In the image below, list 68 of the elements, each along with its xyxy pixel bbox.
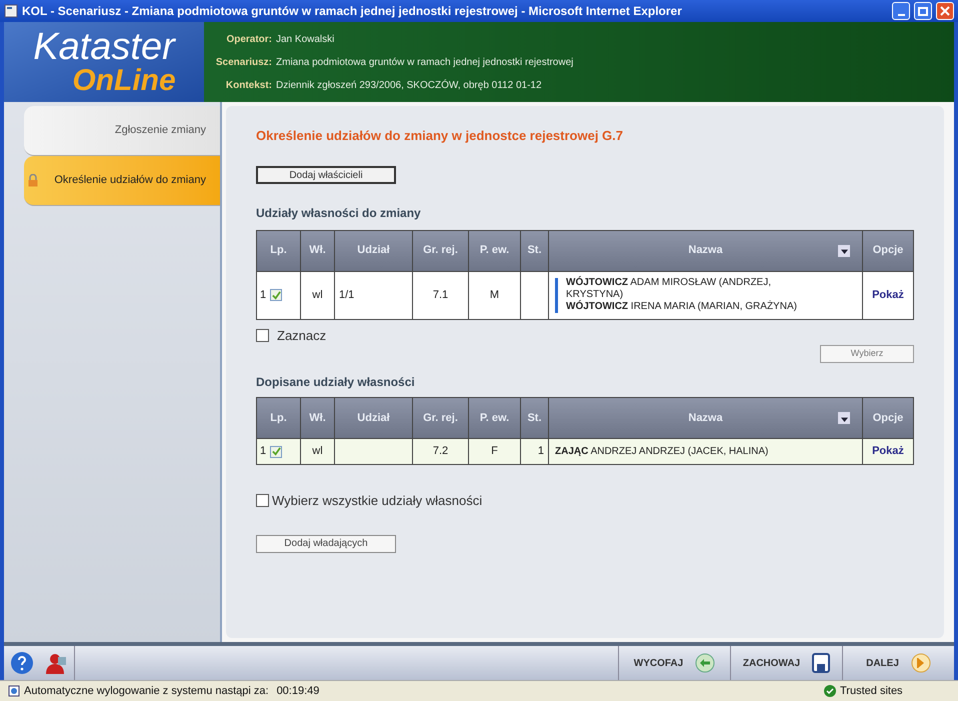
user-icon[interactable] [44, 651, 68, 675]
sidebar-item[interactable]: Zgłoszenie zmiany [24, 106, 220, 156]
close-icon [940, 6, 950, 16]
table-cell-text: 1/1 [339, 288, 354, 303]
header-value: Dziennik zgłoszeń 293/2006, SKOCZÓW, obręb 0112 01-12 [276, 78, 542, 92]
owner-name: ZAJĄC ANDRZEJ ANDRZEJ (JACEK, HALINA) [555, 446, 768, 458]
column-header: Opcje [872, 243, 904, 258]
column-header: Gr. rej. [413, 230, 469, 270]
check-icon [824, 685, 836, 697]
lock-icon [28, 174, 38, 187]
arrow-icon [840, 414, 848, 422]
checkbox[interactable] [256, 328, 269, 342]
checkbox[interactable] [270, 289, 282, 301]
check-icon [272, 447, 281, 456]
add-owners-button[interactable]: Dodaj właścicieli [256, 166, 396, 184]
logout-timer: 00:19:49 [276, 684, 320, 699]
arrow-icon [840, 247, 848, 254]
minimize-button[interactable] [892, 2, 910, 20]
maximize-button[interactable] [914, 2, 932, 20]
column-header: P. ew. [469, 230, 521, 270]
owner-name: WÓJTOWICZ IRENA MARIA (MARIAN, GRAŻYNA) [566, 301, 798, 313]
page-icon [8, 685, 20, 697]
close-button[interactable] [936, 2, 954, 20]
page-title: Określenie udziałów do zmiany w jednostce rejestrowej G.7 [256, 127, 624, 145]
row-number: 1 [260, 288, 266, 303]
column-header: Nazwa [549, 230, 863, 270]
column-header: Opcje [872, 410, 904, 426]
header-label: Scenariusz: [214, 56, 272, 70]
header-label: Operator: [225, 32, 272, 46]
check-icon [272, 290, 281, 300]
column-header: Wł. [301, 230, 335, 270]
column-header: Udział [335, 230, 413, 270]
column-header: Lp. [257, 230, 301, 270]
table-cell-text: wl [312, 288, 323, 303]
table-cell-text: wl [312, 444, 323, 460]
show-link[interactable]: Pokaż [872, 286, 904, 304]
help-icon[interactable] [10, 651, 34, 675]
logo: Kataster OnLine [4, 22, 204, 102]
table-cell-text: 7.1 [432, 288, 448, 303]
owner-name: WÓJTOWICZ ADAM MIROSŁAW (ANDRZEJ, KRYSTYNA) [566, 277, 772, 300]
row-number: 1 [260, 444, 266, 460]
save-icon [812, 653, 830, 673]
table-cell-text: F [491, 444, 498, 460]
section-title: Udziały własności do zmiany [256, 204, 422, 222]
group-bar [555, 278, 558, 312]
section-title: Dopisane udziały własności [256, 374, 416, 391]
header-label: Kontekst: [224, 78, 272, 92]
window-title: KOL - Scenariusz - Zmiana podmiotowa gruntów w ramach jednej jednostki rejestrowej - Microsoft Internet Explorer [22, 3, 683, 20]
table-cell-text: 7.2 [432, 444, 448, 460]
table-cell-text: M [490, 288, 500, 303]
checkbox-label: Zaznacz [277, 326, 326, 344]
checkbox-label: Wybierz wszystkie udziały własności [272, 492, 482, 510]
sidebar-item[interactable]: Określenie udziałów do zmiany [24, 156, 220, 206]
header-value: Zmiana podmiotowa gruntów w ramach jednej jednostki rejestrowej [276, 56, 574, 70]
sort-icon[interactable] [838, 244, 850, 256]
select-button[interactable]: Wybierz [820, 345, 914, 363]
next-icon [910, 653, 931, 673]
browser-icon [4, 4, 18, 18]
checkbox[interactable] [256, 494, 269, 508]
status-message: Automatyczne wylogowanie z systemu nastąpi za: [24, 684, 269, 699]
add-holders-button[interactable]: Dodaj władających [256, 534, 396, 552]
security-zone: Trusted sites [840, 684, 904, 699]
column-header: St. [521, 230, 549, 270]
table-cell-text: 1 [538, 444, 544, 460]
checkbox[interactable] [270, 446, 282, 458]
sort-icon[interactable] [838, 412, 850, 424]
header-value: Jan Kowalski [276, 32, 334, 46]
show-link[interactable]: Pokaż [872, 443, 904, 460]
